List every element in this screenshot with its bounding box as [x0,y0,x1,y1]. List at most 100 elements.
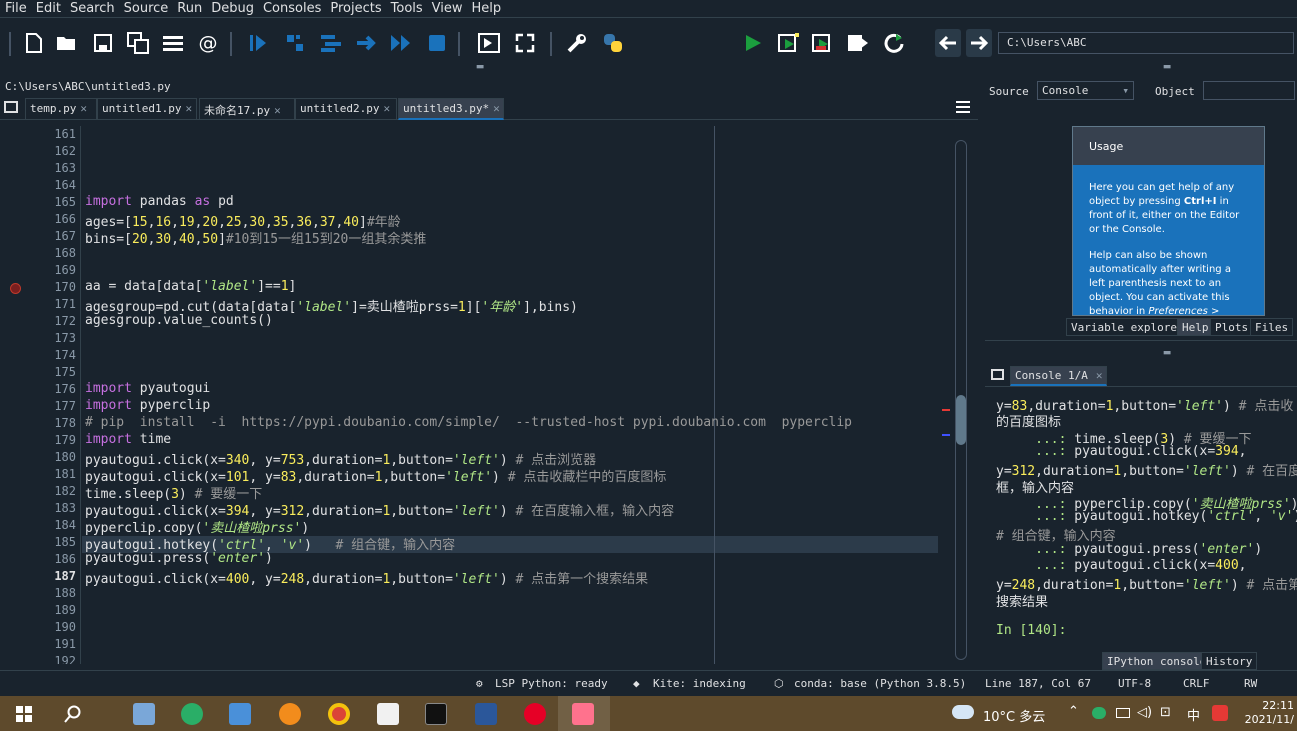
console-line: ...: pyautogui.click(x=400, [1035,558,1247,573]
tab-untitled17[interactable]: 未命名17.py ✕ [199,98,295,120]
maximize-icon[interactable] [514,32,536,54]
continue-icon[interactable] [390,32,412,54]
help-undock-handle[interactable]: ▬ [1157,62,1177,72]
menu-view[interactable]: View [426,0,466,17]
weather-cloud-icon [952,705,974,719]
close-tab-icon[interactable]: ✕ [80,102,87,115]
menu-consoles[interactable]: Consoles [257,0,324,17]
lsp-status[interactable]: LSP Python: ready [495,677,608,690]
step-icon[interactable] [284,32,306,54]
ipython-console[interactable]: y=83,duration=1,button='left') # 点击收 的百度图… [990,388,1297,644]
editor-undock-handle[interactable]: ▬ [470,62,490,72]
tab-variable-explorer[interactable]: Variable explorer [1066,318,1189,336]
run-cell-icon[interactable] [478,32,500,54]
code-editor[interactable]: 161 162 163 164 165 166 167 168 169 170 171 172 173 1… [0,126,955,664]
run-advance-icon[interactable] [847,32,869,54]
at-sign-icon[interactable]: @ [197,32,219,54]
battery-icon[interactable] [1116,708,1130,718]
close-tab-icon[interactable]: ✕ [383,102,390,115]
browse-consoles-icon[interactable] [991,369,1004,380]
menu-debug[interactable]: Debug [205,0,257,17]
taskbar-app-icon[interactable] [229,703,251,725]
tab-help[interactable]: Help [1177,318,1214,336]
tab-files[interactable]: Files [1250,318,1294,336]
toolbar-handle [9,32,11,56]
tab-untitled3[interactable]: untitled3.py* ✕ [398,98,504,120]
taskbar-app-icon[interactable] [377,703,399,725]
tools-wrench-icon[interactable] [566,32,588,54]
console-undock-handle[interactable]: ▬ [1157,348,1177,358]
word-icon[interactable] [475,703,497,725]
run-icon[interactable] [742,32,764,54]
breakpoint-warning-icon[interactable] [10,283,21,294]
debug-icon[interactable] [247,32,269,54]
menu-search[interactable]: Search [64,0,118,17]
menu-tools[interactable]: Tools [385,0,426,17]
network-icon[interactable]: ⊡ [1160,705,1171,720]
python-icon[interactable] [602,32,624,54]
chrome-icon[interactable] [328,703,350,725]
save-all-icon[interactable] [127,32,149,54]
tab-untitled2[interactable]: untitled2.py ✕ [295,98,397,120]
forward-arrow-icon[interactable] [966,29,992,57]
console-prompt: In [140]: [996,623,1067,639]
close-tab-icon[interactable]: ✕ [1096,369,1103,382]
close-tab-icon[interactable]: ✕ [274,104,281,117]
tab-label: untitled1.py [102,102,182,115]
run-cell-advance-icon[interactable] [778,32,800,54]
tab-history[interactable]: History [1201,652,1258,670]
stop-debug-icon[interactable] [426,32,448,54]
wechat-tray-icon[interactable] [1092,707,1106,719]
volume-icon[interactable]: ◁) [1137,705,1152,720]
tab-console-1[interactable]: Console 1/A ✕ [1010,366,1108,386]
outline-icon[interactable] [162,32,184,54]
menu-source[interactable]: Source [118,0,172,17]
clock-time: 22:11 [1262,699,1294,712]
menu-help[interactable]: Help [466,0,505,17]
reload-icon[interactable] [883,32,905,54]
console-tab-label: Console 1/A [1015,369,1088,382]
menu-run[interactable]: Run [171,0,205,17]
terminal-icon[interactable] [425,703,447,725]
sogou-ime-icon[interactable] [1212,705,1228,721]
conda-status[interactable]: conda: base (Python 3.8.5) [794,677,966,690]
wechat-icon[interactable] [181,703,203,725]
taskbar-app-icon[interactable] [133,703,155,725]
menu-file[interactable]: File [0,0,30,17]
back-arrow-icon[interactable] [935,29,961,57]
code-line: agesgroup.value_counts() [85,313,273,328]
search-app-icon[interactable] [279,703,301,725]
kite-status[interactable]: Kite: indexing [653,677,746,690]
netease-music-icon[interactable] [524,703,546,725]
tab-ipython-console[interactable]: IPython console [1102,652,1212,670]
tab-temp[interactable]: temp.py ✕ [25,98,97,120]
save-icon[interactable] [92,32,114,54]
search-icon[interactable] [64,705,82,727]
tab-untitled1[interactable]: untitled1.py ✕ [97,98,197,120]
step-into-icon[interactable] [320,32,342,54]
chevron-up-icon[interactable]: ⌃ [1068,704,1079,719]
chevron-down-icon: ▾ [1122,84,1129,97]
tab-options-icon[interactable] [956,101,970,113]
close-tab-icon[interactable]: ✕ [185,102,192,115]
help-source-select[interactable]: Console ▾ [1037,81,1134,100]
help-object-input[interactable] [1203,81,1295,100]
taskbar-clock[interactable]: 22:11 2021/11/ [1238,699,1294,727]
browse-tabs-icon[interactable] [4,101,18,113]
run-selection-icon[interactable] [812,32,834,54]
working-directory-combobox[interactable]: C:\Users\ABC [998,32,1294,54]
new-file-icon[interactable] [23,32,45,54]
windows-start-icon[interactable] [16,706,32,726]
clock-date: 2021/11/ [1244,713,1294,726]
menu-edit[interactable]: Edit [30,0,64,17]
weather-text[interactable]: 10°C 多云 [983,706,1045,725]
ime-indicator[interactable]: 中 [1187,705,1200,724]
close-tab-icon[interactable]: ✕ [493,102,500,115]
open-file-icon[interactable] [56,32,78,54]
tab-plots[interactable]: Plots [1210,318,1254,336]
cursor-position: Line 187, Col 67 [985,677,1091,690]
tab-label: untitled2.py [300,102,380,115]
step-return-icon[interactable] [355,32,377,54]
menu-projects[interactable]: Projects [324,0,384,17]
editor-scrollbar-thumb[interactable] [956,395,966,445]
